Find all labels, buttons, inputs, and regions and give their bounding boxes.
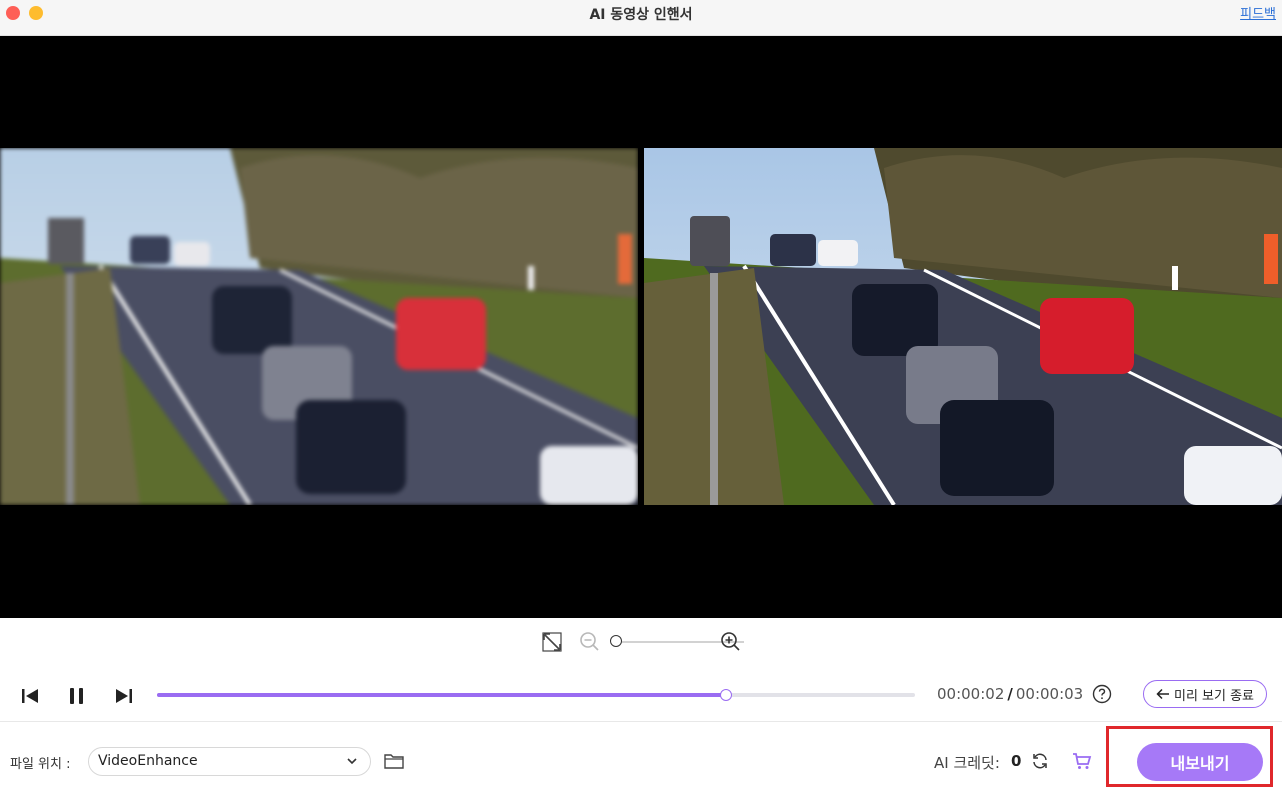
playback-progress-fill (157, 693, 726, 697)
time-separator: / (1007, 685, 1013, 703)
timecode: 00:00:02/00:00:03 (937, 685, 1083, 703)
export-button[interactable]: 내보내기 (1137, 743, 1263, 781)
zoom-slider-handle[interactable] (610, 635, 622, 647)
file-location-select[interactable]: VideoEnhance (88, 747, 371, 776)
bottom-bar: 파일 위치 : VideoEnhance AI 크레딧: 0 내보내기 (0, 721, 1282, 791)
fit-screen-icon[interactable] (540, 630, 564, 654)
next-frame-icon[interactable] (112, 684, 136, 708)
exit-preview-button[interactable]: 미리 보기 종료 (1143, 680, 1267, 708)
playback-progress-handle[interactable] (719, 689, 732, 701)
refresh-icon[interactable] (1031, 752, 1049, 770)
previous-frame-icon[interactable] (18, 684, 42, 708)
zoom-in-icon[interactable] (719, 630, 743, 654)
exit-preview-label: 미리 보기 종료 (1173, 688, 1255, 704)
ai-credits-label: AI 크레딧: (934, 754, 1000, 772)
feedback-link[interactable]: 피드백 (1240, 3, 1276, 22)
title-bar: AI 동영상 인핸서 피드백 (0, 0, 1282, 36)
file-location-value: VideoEnhance (98, 753, 198, 769)
total-time: 00:00:03 (1015, 685, 1084, 703)
file-location-label: 파일 위치 : (10, 757, 71, 772)
zoom-controls (538, 628, 748, 656)
help-icon[interactable] (1092, 684, 1112, 704)
current-time: 00:00:02 (937, 685, 1005, 703)
cart-icon[interactable] (1072, 752, 1092, 770)
original-video-frame (0, 148, 638, 505)
original-preview (0, 148, 638, 505)
zoom-out-icon[interactable] (578, 630, 602, 654)
chevron-down-icon (347, 758, 357, 765)
ai-credits-value: 0 (1011, 752, 1022, 770)
back-arrow-icon (1156, 688, 1169, 700)
playback-progress-bar[interactable] (157, 689, 915, 701)
enhanced-preview (644, 148, 1282, 505)
playback-controls: 00:00:02/00:00:03 미리 보기 종료 (0, 676, 1282, 714)
pause-icon[interactable] (65, 684, 89, 708)
folder-icon[interactable] (383, 751, 405, 771)
window-title: AI 동영상 인핸서 (589, 7, 693, 23)
preview-stage (0, 36, 1282, 618)
export-highlight: 내보내기 (1106, 726, 1273, 787)
enhanced-video-frame (644, 148, 1282, 505)
